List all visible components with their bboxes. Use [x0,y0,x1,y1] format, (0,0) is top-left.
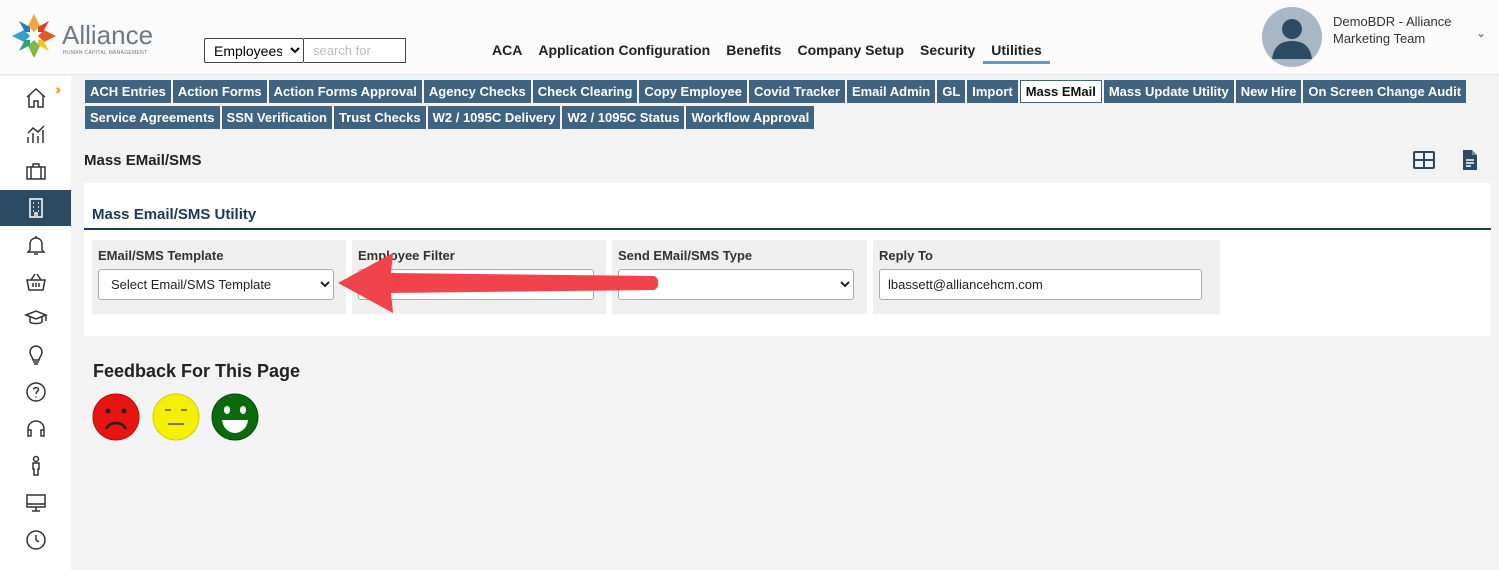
tab-gl[interactable]: GL [937,80,966,103]
search-input[interactable] [304,38,406,63]
sidebar-item-monitor[interactable] [0,485,71,521]
tab-mass-update-utility[interactable]: Mass Update Utility [1103,80,1234,103]
tab-action-forms-approval[interactable]: Action Forms Approval [268,80,422,103]
page-title: Mass EMail/SMS [84,152,202,169]
sidebar-item-support[interactable] [0,411,71,447]
sad-face-icon[interactable] [92,393,140,441]
search-scope-select[interactable]: Employees [204,38,304,63]
brand-name: Alliance [62,20,154,50]
monitor-icon [25,494,46,512]
tab-agency-checks[interactable]: Agency Checks [423,80,531,103]
briefcase-icon [25,163,46,180]
expand-sidebar-icon[interactable]: ›› [55,81,62,97]
topnav-company-setup[interactable]: Company Setup [789,42,912,64]
sidebar-item-analytics[interactable] [0,116,71,152]
tab-ach-entries[interactable]: ACH Entries [85,80,171,103]
tab-row-2: Service Agreements SSN Verification Trus… [85,106,1485,129]
utility-tabs: ACH Entries Action Forms Action Forms Ap… [85,80,1485,132]
chevron-down-icon[interactable]: ⌄ [1476,26,1486,40]
sidebar [0,76,71,570]
brand-tagline: HUMAN CAPITAL MANAGEMENT [63,50,148,56]
top-header: Alliance HUMAN CAPITAL MANAGEMENT Employ… [0,0,1499,75]
tab-mass-email[interactable]: Mass EMail [1019,80,1102,103]
sidebar-item-ideas[interactable] [0,337,71,373]
topnav-application-configuration[interactable]: Application Configuration [530,42,718,64]
user-name[interactable]: DemoBDR - Alliance Marketing Team [1333,13,1463,47]
tab-row-1: ACH Entries Action Forms Action Forms Ap… [85,80,1485,103]
basket-icon [25,273,46,291]
headset-icon [26,420,45,437]
tab-check-clearing[interactable]: Check Clearing [532,80,638,103]
home-icon [26,87,45,108]
person-icon [31,455,40,476]
topnav-benefits[interactable]: Benefits [718,42,789,64]
sidebar-item-training[interactable] [0,300,71,336]
reply-to-label: Reply To [879,248,933,263]
template-select[interactable]: Select Email/SMS Template [98,269,334,300]
tab-copy-employee[interactable]: Copy Employee [639,80,747,103]
topnav-security[interactable]: Security [912,42,983,64]
document-icon[interactable] [1458,148,1482,172]
user-silhouette-icon [1272,19,1312,59]
annotation-arrow-icon [338,253,659,313]
tab-import[interactable]: Import [967,80,1018,103]
mass-email-panel: Mass Email/SMS Utility EMail/SMS Templat… [84,183,1491,336]
tab-ssn-verification[interactable]: SSN Verification [221,106,332,129]
analytics-icon [26,125,45,143]
clock-icon [25,530,46,550]
tab-on-screen-change-audit[interactable]: On Screen Change Audit [1303,80,1467,103]
alliance-logo-mark [12,14,56,58]
topnav-utilities[interactable]: Utilities [983,42,1050,64]
panel-divider [84,228,1491,230]
tab-workflow-approval[interactable]: Workflow Approval [686,106,815,129]
grid-view-icon[interactable] [1412,148,1436,172]
feedback-title: Feedback For This Page [93,361,301,381]
user-avatar[interactable] [1262,7,1322,67]
user-name-line1: DemoBDR - Alliance [1333,14,1452,29]
lightbulb-icon [28,345,43,365]
sidebar-item-basket[interactable] [0,264,71,300]
sidebar-item-company[interactable] [0,190,71,226]
reply-to-field: Reply To [873,240,1220,314]
building-icon [28,198,43,218]
help-icon [25,382,46,402]
topnav-aca[interactable]: ACA [484,42,530,64]
top-navigation: ACA Application Configuration Benefits C… [484,42,1050,64]
neutral-face-icon[interactable] [152,393,200,441]
user-name-line2: Marketing Team [1333,31,1426,46]
sidebar-item-history[interactable] [0,522,71,558]
bell-icon [25,236,46,255]
happy-face-icon[interactable] [211,393,259,441]
panel-title: Mass Email/SMS Utility [92,206,257,223]
tab-w2-1095c-status[interactable]: W2 / 1095C Status [562,106,685,129]
tab-email-admin[interactable]: Email Admin [846,80,936,103]
tab-new-hire[interactable]: New Hire [1235,80,1302,103]
graduation-cap-icon [23,310,48,325]
tab-w2-1095c-delivery[interactable]: W2 / 1095C Delivery [427,106,561,129]
template-label: EMail/SMS Template [98,248,224,263]
template-field: EMail/SMS Template Select Email/SMS Temp… [92,240,346,314]
reply-to-input[interactable] [879,269,1202,300]
tab-service-agreements[interactable]: Service Agreements [85,106,220,129]
tab-covid-tracker[interactable]: Covid Tracker [748,80,845,103]
tab-trust-checks[interactable]: Trust Checks [333,106,426,129]
sidebar-item-home[interactable] [0,80,71,116]
sidebar-item-briefcase[interactable] [0,153,71,189]
tab-action-forms[interactable]: Action Forms [172,80,267,103]
sidebar-item-person[interactable] [0,448,71,484]
alliance-logo[interactable]: Alliance HUMAN CAPITAL MANAGEMENT [10,12,170,62]
sidebar-item-help[interactable] [0,374,71,410]
sidebar-item-notifications[interactable] [0,227,71,263]
